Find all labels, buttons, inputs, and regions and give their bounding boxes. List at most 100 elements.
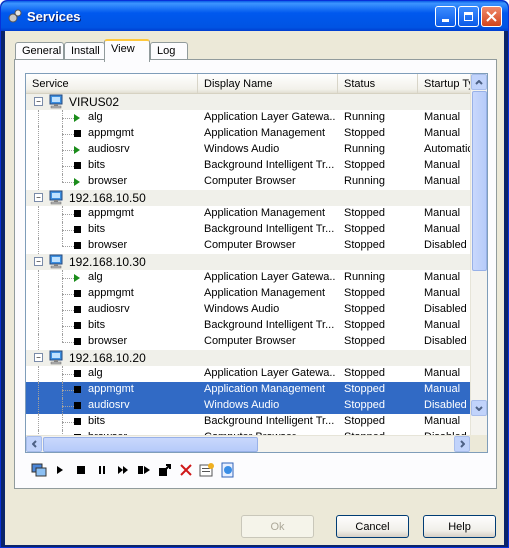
- host-group-row[interactable]: − 192.168.10.30: [26, 254, 471, 270]
- display-name: Application Layer Gatewa...: [204, 271, 336, 283]
- vertical-scroll-thumb[interactable]: [472, 91, 487, 271]
- service-status: Stopped: [344, 367, 385, 379]
- stop-button[interactable]: [71, 460, 91, 480]
- service-row[interactable]: appmgmt Application Management Stopped Manu…: [26, 206, 471, 222]
- horizontal-scrollbar[interactable]: [26, 435, 471, 452]
- service-name: appmgmt: [88, 383, 134, 395]
- chevron-left-icon: [31, 440, 37, 448]
- services-list[interactable]: Service Display Name Status Startup Type…: [25, 73, 488, 453]
- scroll-left-button[interactable]: [26, 436, 42, 452]
- restart-button[interactable]: [134, 460, 154, 480]
- startup-type: Manual: [424, 111, 461, 123]
- resume-button[interactable]: [113, 460, 133, 480]
- running-icon: [74, 274, 80, 282]
- service-row[interactable]: browser Computer Browser Stopped Disabled: [26, 334, 471, 350]
- start-button[interactable]: [50, 460, 70, 480]
- collapse-icon[interactable]: −: [34, 353, 43, 362]
- service-row[interactable]: audiosrv Windows Audio Stopped Disabled: [26, 398, 471, 414]
- jump-button[interactable]: [155, 460, 175, 480]
- column-display-name[interactable]: Display Name: [198, 74, 338, 93]
- tree-line: [62, 342, 74, 343]
- properties-button[interactable]: [197, 460, 217, 480]
- horizontal-scroll-thumb[interactable]: [43, 437, 258, 452]
- stopped-icon: [74, 338, 81, 345]
- service-status: Stopped: [344, 159, 385, 171]
- computer-icon: [49, 254, 63, 269]
- collapse-icon[interactable]: −: [34, 193, 43, 202]
- service-row[interactable]: alg Application Layer Gatewa... Stopped Man…: [26, 366, 471, 382]
- service-row[interactable]: appmgmt Application Management Stopped Manu…: [26, 126, 471, 142]
- vertical-scrollbar[interactable]: [470, 74, 487, 436]
- scroll-down-button[interactable]: [471, 400, 487, 416]
- services-app-icon: [8, 9, 22, 23]
- display-name: Computer Browser: [204, 239, 296, 251]
- service-row[interactable]: bits Background Intelligent Tr... Stopped M…: [26, 318, 471, 334]
- service-row[interactable]: browser Computer Browser Stopped Disabled: [26, 238, 471, 254]
- service-row[interactable]: bits Background Intelligent Tr... Stopped M…: [26, 158, 471, 174]
- chevron-right-icon: [459, 440, 465, 448]
- stopped-icon: [74, 402, 81, 409]
- delete-button[interactable]: [176, 460, 196, 480]
- startup-type: Disabled: [424, 239, 467, 251]
- stopped-icon: [74, 242, 81, 249]
- service-name: bits: [88, 319, 106, 331]
- tree-line: [38, 318, 39, 334]
- tab-view[interactable]: View: [104, 39, 150, 62]
- service-row[interactable]: browser Computer Browser Running Manual: [26, 174, 471, 190]
- scroll-right-button[interactable]: [454, 436, 470, 452]
- tree-line: [62, 166, 74, 167]
- tree-line: [62, 326, 74, 327]
- tree-line: [38, 174, 39, 190]
- ok-button[interactable]: Ok: [241, 515, 314, 538]
- column-startup-type[interactable]: Startup Type: [418, 74, 471, 93]
- cancel-button[interactable]: Cancel: [336, 515, 409, 538]
- tree-line: [62, 390, 74, 391]
- tree-line: [38, 414, 39, 430]
- collapse-icon[interactable]: −: [34, 257, 43, 266]
- pause-button[interactable]: [92, 460, 112, 480]
- display-name: Application Management: [204, 287, 326, 299]
- running-icon: [74, 178, 80, 186]
- title-bar[interactable]: Services: [1, 1, 508, 31]
- display-name: Application Layer Gatewa...: [204, 367, 336, 379]
- column-service[interactable]: Service: [26, 74, 198, 93]
- help-button[interactable]: Help: [423, 515, 496, 538]
- tree-line: [38, 142, 39, 158]
- service-row[interactable]: bits Background Intelligent Tr... Stopped M…: [26, 222, 471, 238]
- host-group-row[interactable]: − VIRUS02: [26, 94, 471, 110]
- tree-line: [38, 286, 39, 302]
- tree-line: [62, 294, 74, 295]
- tree-line: [62, 422, 74, 423]
- service-name: browser: [88, 335, 128, 347]
- scroll-up-button[interactable]: [471, 74, 487, 90]
- service-row[interactable]: appmgmt Application Management Stopped Manu…: [26, 382, 471, 398]
- host-name: 192.168.10.50: [69, 191, 146, 205]
- service-row[interactable]: audiosrv Windows Audio Running Automatic: [26, 142, 471, 158]
- connect-button[interactable]: [29, 460, 49, 480]
- service-name: bits: [88, 159, 106, 171]
- service-name: audiosrv: [88, 143, 130, 155]
- scroll-corner: [470, 435, 487, 452]
- tree-line: [62, 182, 74, 183]
- service-row[interactable]: audiosrv Windows Audio Stopped Disabled: [26, 302, 471, 318]
- tree-line: [38, 222, 39, 238]
- maximize-button[interactable]: [458, 6, 479, 27]
- host-group-row[interactable]: − 192.168.10.20: [26, 350, 471, 366]
- service-name: alg: [88, 367, 103, 379]
- jump-icon: [159, 464, 171, 476]
- service-status: Running: [344, 111, 385, 123]
- service-row[interactable]: alg Application Layer Gatewa... Running Man…: [26, 110, 471, 126]
- host-group-row[interactable]: − 192.168.10.50: [26, 190, 471, 206]
- browse-button[interactable]: [218, 460, 238, 480]
- collapse-icon[interactable]: −: [34, 97, 43, 106]
- maximize-icon: [464, 12, 473, 21]
- host-name: 192.168.10.20: [69, 351, 146, 365]
- service-row[interactable]: alg Application Layer Gatewa... Running Man…: [26, 270, 471, 286]
- resume-icon: [118, 466, 128, 474]
- service-row[interactable]: appmgmt Application Management Stopped Manu…: [26, 286, 471, 302]
- minimize-button[interactable]: [435, 6, 456, 27]
- column-status[interactable]: Status: [338, 74, 418, 93]
- close-button[interactable]: [481, 6, 502, 27]
- service-row[interactable]: bits Background Intelligent Tr... Stopped M…: [26, 414, 471, 430]
- list-rows: − VIRUS02 alg Application Layer Gatewa... Ru…: [26, 94, 471, 436]
